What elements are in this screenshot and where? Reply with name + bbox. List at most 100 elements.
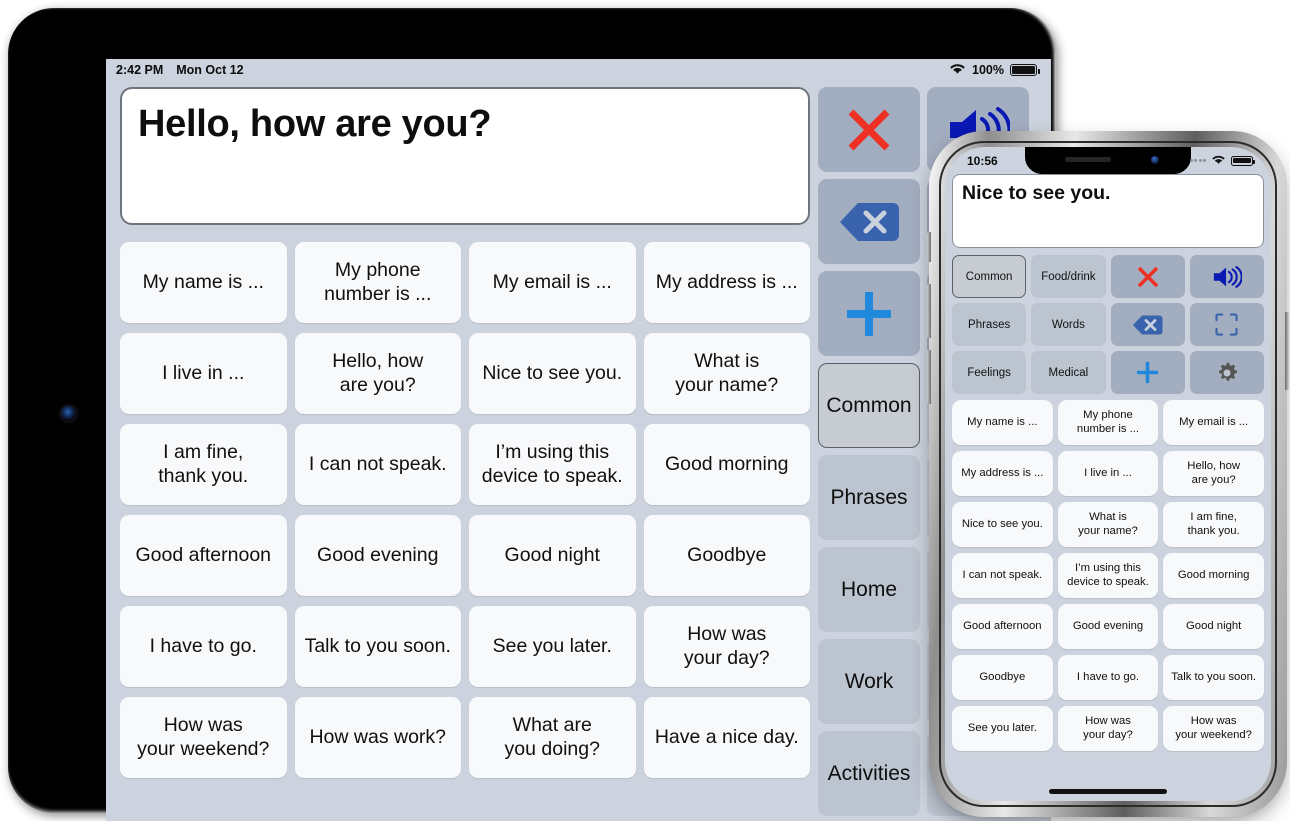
ipad-phrase-button[interactable]: Good afternoon — [120, 515, 287, 596]
iphone-phrase-button[interactable]: Hello, how are you? — [1163, 451, 1264, 496]
ipad-status-bar: 2:42 PM Mon Oct 12 100% — [106, 59, 1051, 81]
iphone-category-label: Food/drink — [1041, 270, 1096, 283]
ipad-phrase-button[interactable]: I have to go. — [120, 606, 287, 687]
ipad-battery-percent: 100% — [972, 63, 1004, 77]
ipad-category-label: Activities — [827, 761, 911, 785]
ipad-phrase-button[interactable]: I can not speak. — [294, 424, 461, 505]
iphone-phrase-button[interactable]: See you later. — [952, 706, 1053, 751]
iphone-phrase-button[interactable]: What is your name? — [1057, 502, 1159, 547]
ipad-phrase-button[interactable]: Talk to you soon. — [294, 606, 461, 687]
settings-button[interactable] — [1189, 351, 1264, 394]
iphone-phrase-button[interactable]: I can not speak. — [952, 553, 1053, 598]
ipad-phrase-button[interactable]: Nice to see you. — [469, 333, 636, 414]
ipad-phrase-button[interactable]: Good evening — [294, 515, 461, 596]
ipad-phrase-button[interactable]: How was your weekend? — [120, 697, 287, 778]
iphone-category-label: Feelings — [967, 366, 1011, 379]
ipad-phrase-button[interactable]: My name is ... — [120, 242, 287, 323]
ipad-phrase-button[interactable]: Have a nice day. — [643, 697, 810, 778]
iphone-phrase-button[interactable]: Nice to see you. — [952, 502, 1053, 547]
iphone-volume-down-button[interactable] — [927, 350, 931, 404]
ipad-phrase-button[interactable]: My email is ... — [469, 242, 636, 323]
iphone-phrase-button[interactable]: My phone number is ... — [1057, 400, 1159, 445]
ipad-category-home[interactable]: Home — [818, 547, 920, 632]
iphone-phrase-button[interactable]: Good morning — [1163, 553, 1264, 598]
ipad-phrase-button[interactable]: My address is ... — [643, 242, 810, 323]
ipad-phrase-button[interactable]: I live in ... — [120, 333, 287, 414]
add-phrase-button[interactable] — [818, 271, 920, 356]
iphone-phrase-button[interactable]: Good night — [1163, 604, 1264, 649]
wifi-icon — [1211, 154, 1226, 168]
iphone-status-time: 10:56 — [967, 153, 998, 168]
iphone-silent-switch[interactable] — [927, 232, 931, 262]
ipad-phrase-button[interactable]: I am fine, thank you. — [120, 424, 287, 505]
ipad-phrase-grid: My name is ... My phone number is ... My em… — [120, 242, 810, 821]
iphone-phrase-button[interactable]: I have to go. — [1057, 655, 1159, 700]
iphone-phrase-button[interactable]: How was your day? — [1057, 706, 1159, 751]
iphone-category-common[interactable]: Common — [952, 255, 1027, 298]
iphone-phrase-button[interactable]: Good afternoon — [952, 604, 1053, 649]
ipad-phrase-button[interactable]: I’m using this device to speak. — [469, 424, 636, 505]
iphone-phrase-button[interactable]: My address is ... — [952, 451, 1053, 496]
ipad-category-phrases[interactable]: Phrases — [818, 455, 920, 540]
iphone-status-bar: 10:56 — [945, 147, 1271, 174]
fullscreen-icon — [1215, 313, 1238, 336]
clear-button[interactable] — [1110, 255, 1185, 298]
iphone-phrase-button[interactable]: Good evening — [1057, 604, 1159, 649]
ipad-phrase-button[interactable]: How was work? — [294, 697, 461, 778]
ipad-category-label: Work — [844, 669, 894, 693]
ipad-phrase-button[interactable]: See you later. — [469, 606, 636, 687]
ipad-screen: 2:42 PM Mon Oct 12 100% Hello, how are y… — [106, 59, 1051, 821]
ipad-phrase-button[interactable]: How was your day? — [643, 606, 810, 687]
iphone-phrase-button[interactable]: My email is ... — [1163, 400, 1264, 445]
backspace-button[interactable] — [1110, 303, 1185, 346]
ipad-phrase-button[interactable]: Goodbye — [643, 515, 810, 596]
iphone-phrase-button[interactable]: I live in ... — [1057, 451, 1159, 496]
backspace-button[interactable] — [818, 179, 920, 264]
speak-button[interactable] — [1189, 255, 1264, 298]
iphone-category-medical[interactable]: Medical — [1031, 351, 1106, 394]
iphone-category-feelings[interactable]: Feelings — [952, 351, 1027, 394]
ipad-phrase-button[interactable]: What are you doing? — [469, 697, 636, 778]
iphone-phrase-button[interactable]: My name is ... — [952, 400, 1053, 445]
iphone-message-input[interactable]: Nice to see you. — [952, 174, 1264, 248]
iphone-category-phrases[interactable]: Phrases — [952, 303, 1027, 346]
iphone-power-button[interactable] — [1285, 312, 1289, 390]
iphone-category-food-drink[interactable]: Food/drink — [1031, 255, 1106, 298]
iphone-category-label: Common — [965, 270, 1013, 283]
ipad-phrase-button[interactable]: Good morning — [643, 424, 810, 505]
iphone-home-indicator[interactable] — [1049, 789, 1167, 794]
ipad-message-input[interactable]: Hello, how are you? — [120, 87, 810, 225]
fullscreen-button[interactable] — [1189, 303, 1264, 346]
ipad-phrase-button[interactable]: What is your name? — [643, 333, 810, 414]
ipad-status-time: 2:42 PM — [116, 63, 164, 77]
ipad-phrase-button[interactable]: My phone number is ... — [294, 242, 461, 323]
add-phrase-button[interactable] — [1110, 351, 1185, 394]
iphone-category-label: Phrases — [968, 318, 1011, 331]
iphone-app-body: Nice to see you. Common Food/drink Phras… — [945, 174, 1271, 751]
ipad-main-column: Hello, how are you? My name is ... My pho… — [106, 87, 818, 821]
screenshot-canvas: 2:42 PM Mon Oct 12 100% Hello, how are y… — [0, 0, 1290, 821]
clear-button[interactable] — [818, 87, 920, 172]
ipad-control-column-1: Common Phrases Home Work Activities — [818, 87, 920, 821]
ipad-app-body: Hello, how are you? My name is ... My pho… — [106, 81, 1051, 821]
ipad-category-activities[interactable]: Activities — [818, 731, 920, 816]
ipad-phrase-button[interactable]: Hello, how are you? — [294, 333, 461, 414]
iphone-phrase-button[interactable]: Goodbye — [952, 655, 1053, 700]
battery-icon — [1010, 64, 1040, 76]
iphone-volume-up-button[interactable] — [927, 284, 931, 338]
battery-icon — [1231, 155, 1255, 166]
ipad-category-work[interactable]: Work — [818, 639, 920, 724]
iphone-phrase-grid: My name is ... My phone number is ... My em… — [952, 400, 1264, 751]
ipad-phrase-button[interactable]: Good night — [469, 515, 636, 596]
ipad-category-common[interactable]: Common — [818, 363, 920, 448]
iphone-phrase-button[interactable]: Talk to you soon. — [1163, 655, 1264, 700]
iphone-screen: 10:56 Nice to see you. Common Food/drink — [945, 147, 1271, 801]
plus-icon — [1137, 361, 1159, 384]
plus-icon — [847, 291, 891, 336]
ipad-category-label: Common — [826, 393, 912, 417]
iphone-phrase-button[interactable]: I’m using this device to speak. — [1057, 553, 1159, 598]
iphone-phrase-button[interactable]: I am fine, thank you. — [1163, 502, 1264, 547]
iphone-phrase-button[interactable]: How was your weekend? — [1163, 706, 1264, 751]
iphone-category-label: Medical — [1048, 366, 1089, 379]
iphone-category-words[interactable]: Words — [1031, 303, 1106, 346]
